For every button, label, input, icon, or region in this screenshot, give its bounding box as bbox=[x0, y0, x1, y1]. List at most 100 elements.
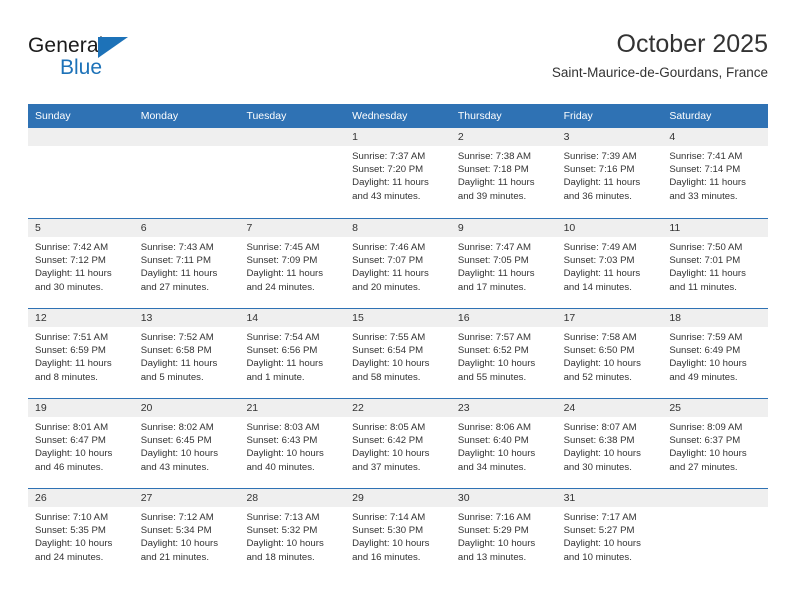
daylight-duration-line1: Daylight: 11 hours bbox=[352, 177, 429, 189]
logo-triangle-icon bbox=[98, 37, 128, 58]
calendar-day-cell[interactable]: 14 Sunrise: 7:54 AM Sunset: 6:56 PM Dayligh… bbox=[239, 309, 346, 398]
daylight-duration-line1: Daylight: 10 hours bbox=[563, 448, 641, 460]
daylight-duration-line1: Daylight: 10 hours bbox=[457, 358, 536, 370]
day-number: 2 bbox=[450, 128, 557, 146]
calendar-day-cell[interactable]: 6 Sunrise: 7:43 AM Sunset: 7:11 PM Daylight… bbox=[133, 219, 240, 308]
daylight-duration-line1: Daylight: 10 hours bbox=[457, 538, 536, 550]
day-number: 20 bbox=[133, 399, 240, 417]
day-sun-info: Sunrise: 8:06 AM Sunset: 6:40 PM Daylight:… bbox=[451, 417, 557, 474]
calendar-day-cell[interactable]: 16 Sunrise: 7:57 AM Sunset: 6:52 PM Dayligh… bbox=[450, 309, 557, 398]
sunset-time: Sunset: 6:58 PM bbox=[140, 345, 212, 357]
calendar-day-cell[interactable]: 5 Sunrise: 7:42 AM Sunset: 7:12 PM Daylight… bbox=[28, 219, 134, 308]
calendar-day-cell[interactable]: 29 Sunrise: 7:14 AM Sunset: 5:30 PM Dayligh… bbox=[345, 489, 451, 578]
sunset-time: Sunset: 7:20 PM bbox=[352, 164, 424, 176]
day-sun-info: Sunrise: 7:49 AM Sunset: 7:03 PM Daylight:… bbox=[557, 237, 663, 294]
calendar-day-cell[interactable]: 12 Sunrise: 7:51 AM Sunset: 6:59 PM Dayligh… bbox=[28, 309, 134, 398]
calendar-day-cell[interactable]: 24 Sunrise: 8:07 AM Sunset: 6:38 PM Dayligh… bbox=[556, 399, 663, 488]
calendar-day-cell[interactable]: 10 Sunrise: 7:49 AM Sunset: 7:03 PM Dayligh… bbox=[556, 219, 663, 308]
weekday-header-tuesday: Tuesday bbox=[246, 110, 287, 122]
daylight-duration-line2: and 37 minutes. bbox=[352, 461, 421, 473]
calendar-day-cell[interactable]: 30 Sunrise: 7:16 AM Sunset: 5:29 PM Dayligh… bbox=[450, 489, 557, 578]
day-sun-info: Sunrise: 7:46 AM Sunset: 7:07 PM Daylight:… bbox=[345, 237, 451, 294]
calendar-day-cell[interactable]: 27 Sunrise: 7:12 AM Sunset: 5:34 PM Dayligh… bbox=[133, 489, 240, 578]
daylight-duration-line1: Daylight: 11 hours bbox=[563, 177, 641, 189]
calendar-day-cell[interactable]: 18 Sunrise: 7:59 AM Sunset: 6:49 PM Dayligh… bbox=[662, 309, 769, 398]
day-sun-info: Sunrise: 7:59 AM Sunset: 6:49 PM Daylight:… bbox=[662, 327, 768, 384]
weekday-header-sunday: Sunday bbox=[35, 110, 71, 122]
calendar-week-row: 19 Sunrise: 8:01 AM Sunset: 6:47 PM Dayligh… bbox=[28, 398, 769, 488]
daylight-duration-line2: and 5 minutes. bbox=[140, 371, 204, 383]
calendar-day-cell[interactable]: 2 Sunrise: 7:38 AM Sunset: 7:18 PM Daylight… bbox=[450, 128, 557, 218]
sunrise-time: Sunrise: 7:42 AM bbox=[35, 242, 109, 253]
sunrise-time: Sunrise: 7:10 AM bbox=[35, 512, 109, 523]
calendar-day-cell[interactable]: 8 Sunrise: 7:46 AM Sunset: 7:07 PM Daylight… bbox=[345, 219, 451, 308]
daylight-duration-line1: Daylight: 11 hours bbox=[140, 358, 218, 370]
day-number: 14 bbox=[239, 309, 346, 327]
daylight-duration-line2: and 11 minutes. bbox=[669, 281, 737, 293]
daylight-duration-line2: and 24 minutes. bbox=[35, 551, 104, 563]
daylight-duration-line1: Daylight: 11 hours bbox=[35, 268, 112, 280]
daylight-duration-line2: and 43 minutes. bbox=[140, 461, 209, 473]
sunset-time: Sunset: 6:45 PM bbox=[140, 435, 212, 447]
calendar-day-cell[interactable]: 31 Sunrise: 7:17 AM Sunset: 5:27 PM Dayligh… bbox=[556, 489, 663, 578]
calendar-day-cell[interactable]: 4 Sunrise: 7:41 AM Sunset: 7:14 PM Daylight… bbox=[662, 128, 769, 218]
calendar-day-cell[interactable]: 22 Sunrise: 8:05 AM Sunset: 6:42 PM Dayligh… bbox=[345, 399, 451, 488]
sunrise-time: Sunrise: 7:47 AM bbox=[457, 242, 531, 253]
calendar-day-cell[interactable]: 7 Sunrise: 7:45 AM Sunset: 7:09 PM Daylight… bbox=[239, 219, 346, 308]
day-sun-info: Sunrise: 7:37 AM Sunset: 7:20 PM Daylight:… bbox=[345, 146, 451, 203]
calendar-day-cell[interactable]: 17 Sunrise: 7:58 AM Sunset: 6:50 PM Dayligh… bbox=[556, 309, 663, 398]
daylight-duration-line2: and 27 minutes. bbox=[669, 461, 738, 473]
day-sun-info: Sunrise: 7:12 AM Sunset: 5:34 PM Daylight:… bbox=[134, 507, 240, 564]
sunset-time: Sunset: 6:49 PM bbox=[669, 345, 741, 357]
daylight-duration-line2: and 10 minutes. bbox=[563, 551, 632, 563]
sunset-time: Sunset: 7:05 PM bbox=[457, 255, 529, 267]
daylight-duration-line1: Daylight: 10 hours bbox=[352, 538, 430, 550]
day-number: 16 bbox=[450, 309, 557, 327]
calendar-grid: Sunday Monday Tuesday Wednesday Thursday… bbox=[28, 104, 769, 578]
day-sun-info: Sunrise: 7:45 AM Sunset: 7:09 PM Daylight:… bbox=[239, 237, 345, 294]
day-sun-info: Sunrise: 7:16 AM Sunset: 5:29 PM Daylight:… bbox=[451, 507, 557, 564]
day-sun-info: Sunrise: 7:13 AM Sunset: 5:32 PM Daylight:… bbox=[239, 507, 345, 564]
calendar-day-cell[interactable]: 26 Sunrise: 7:10 AM Sunset: 5:35 PM Dayligh… bbox=[28, 489, 134, 578]
daylight-duration-line2: and 16 minutes. bbox=[352, 551, 421, 563]
sunset-time: Sunset: 6:54 PM bbox=[352, 345, 424, 357]
day-sun-info: Sunrise: 8:07 AM Sunset: 6:38 PM Daylight:… bbox=[557, 417, 663, 474]
daylight-duration-line1: Daylight: 10 hours bbox=[140, 538, 219, 550]
calendar-day-cell[interactable]: 3 Sunrise: 7:39 AM Sunset: 7:16 PM Daylight… bbox=[556, 128, 663, 218]
sunset-time: Sunset: 6:52 PM bbox=[457, 345, 529, 357]
day-number: 4 bbox=[662, 128, 769, 146]
calendar-page: General Blue October 2025 Saint-Maurice-… bbox=[0, 0, 792, 612]
sunset-time: Sunset: 5:30 PM bbox=[352, 525, 424, 537]
daylight-duration-line1: Daylight: 10 hours bbox=[35, 448, 113, 460]
calendar-day-cell[interactable]: 28 Sunrise: 7:13 AM Sunset: 5:32 PM Dayligh… bbox=[239, 489, 346, 578]
day-sun-info: Sunrise: 7:14 AM Sunset: 5:30 PM Daylight:… bbox=[345, 507, 451, 564]
daylight-duration-line2: and 30 minutes. bbox=[563, 461, 632, 473]
day-number: 7 bbox=[239, 219, 346, 237]
sunrise-time: Sunrise: 7:55 AM bbox=[352, 332, 426, 343]
daylight-duration-line2: and 30 minutes. bbox=[35, 281, 104, 293]
weekday-header-row: Sunday Monday Tuesday Wednesday Thursday… bbox=[28, 104, 768, 128]
day-number: 17 bbox=[556, 309, 663, 327]
calendar-day-cell[interactable]: 9 Sunrise: 7:47 AM Sunset: 7:05 PM Daylight… bbox=[450, 219, 557, 308]
calendar-day-cell[interactable]: 23 Sunrise: 8:06 AM Sunset: 6:40 PM Dayligh… bbox=[450, 399, 557, 488]
sunset-time: Sunset: 5:35 PM bbox=[35, 525, 106, 537]
sunset-time: Sunset: 7:14 PM bbox=[669, 164, 741, 176]
calendar-day-cell[interactable]: 13 Sunrise: 7:52 AM Sunset: 6:58 PM Dayligh… bbox=[133, 309, 240, 398]
daylight-duration-line1: Daylight: 10 hours bbox=[669, 448, 747, 460]
day-number: 29 bbox=[345, 489, 451, 507]
daylight-duration-line2: and 24 minutes. bbox=[246, 281, 315, 293]
calendar-day-cell[interactable]: 19 Sunrise: 8:01 AM Sunset: 6:47 PM Dayligh… bbox=[28, 399, 134, 488]
calendar-day-cell-empty bbox=[28, 128, 134, 218]
daylight-duration-line1: Daylight: 11 hours bbox=[140, 268, 218, 280]
calendar-day-cell[interactable]: 1 Sunrise: 7:37 AM Sunset: 7:20 PM Daylight… bbox=[345, 128, 451, 218]
calendar-day-cell[interactable]: 15 Sunrise: 7:55 AM Sunset: 6:54 PM Dayligh… bbox=[345, 309, 451, 398]
daylight-duration-line1: Daylight: 10 hours bbox=[457, 448, 536, 460]
calendar-day-cell[interactable]: 11 Sunrise: 7:50 AM Sunset: 7:01 PM Dayligh… bbox=[662, 219, 769, 308]
day-number: 15 bbox=[345, 309, 451, 327]
sunrise-time: Sunrise: 7:50 AM bbox=[669, 242, 743, 253]
calendar-day-cell[interactable]: 20 Sunrise: 8:02 AM Sunset: 6:45 PM Dayligh… bbox=[133, 399, 240, 488]
calendar-day-cell[interactable]: 25 Sunrise: 8:09 AM Sunset: 6:37 PM Dayligh… bbox=[662, 399, 769, 488]
daylight-duration-line1: Daylight: 10 hours bbox=[246, 448, 324, 460]
day-number: 9 bbox=[450, 219, 557, 237]
calendar-day-cell[interactable]: 21 Sunrise: 8:03 AM Sunset: 6:43 PM Dayligh… bbox=[239, 399, 346, 488]
